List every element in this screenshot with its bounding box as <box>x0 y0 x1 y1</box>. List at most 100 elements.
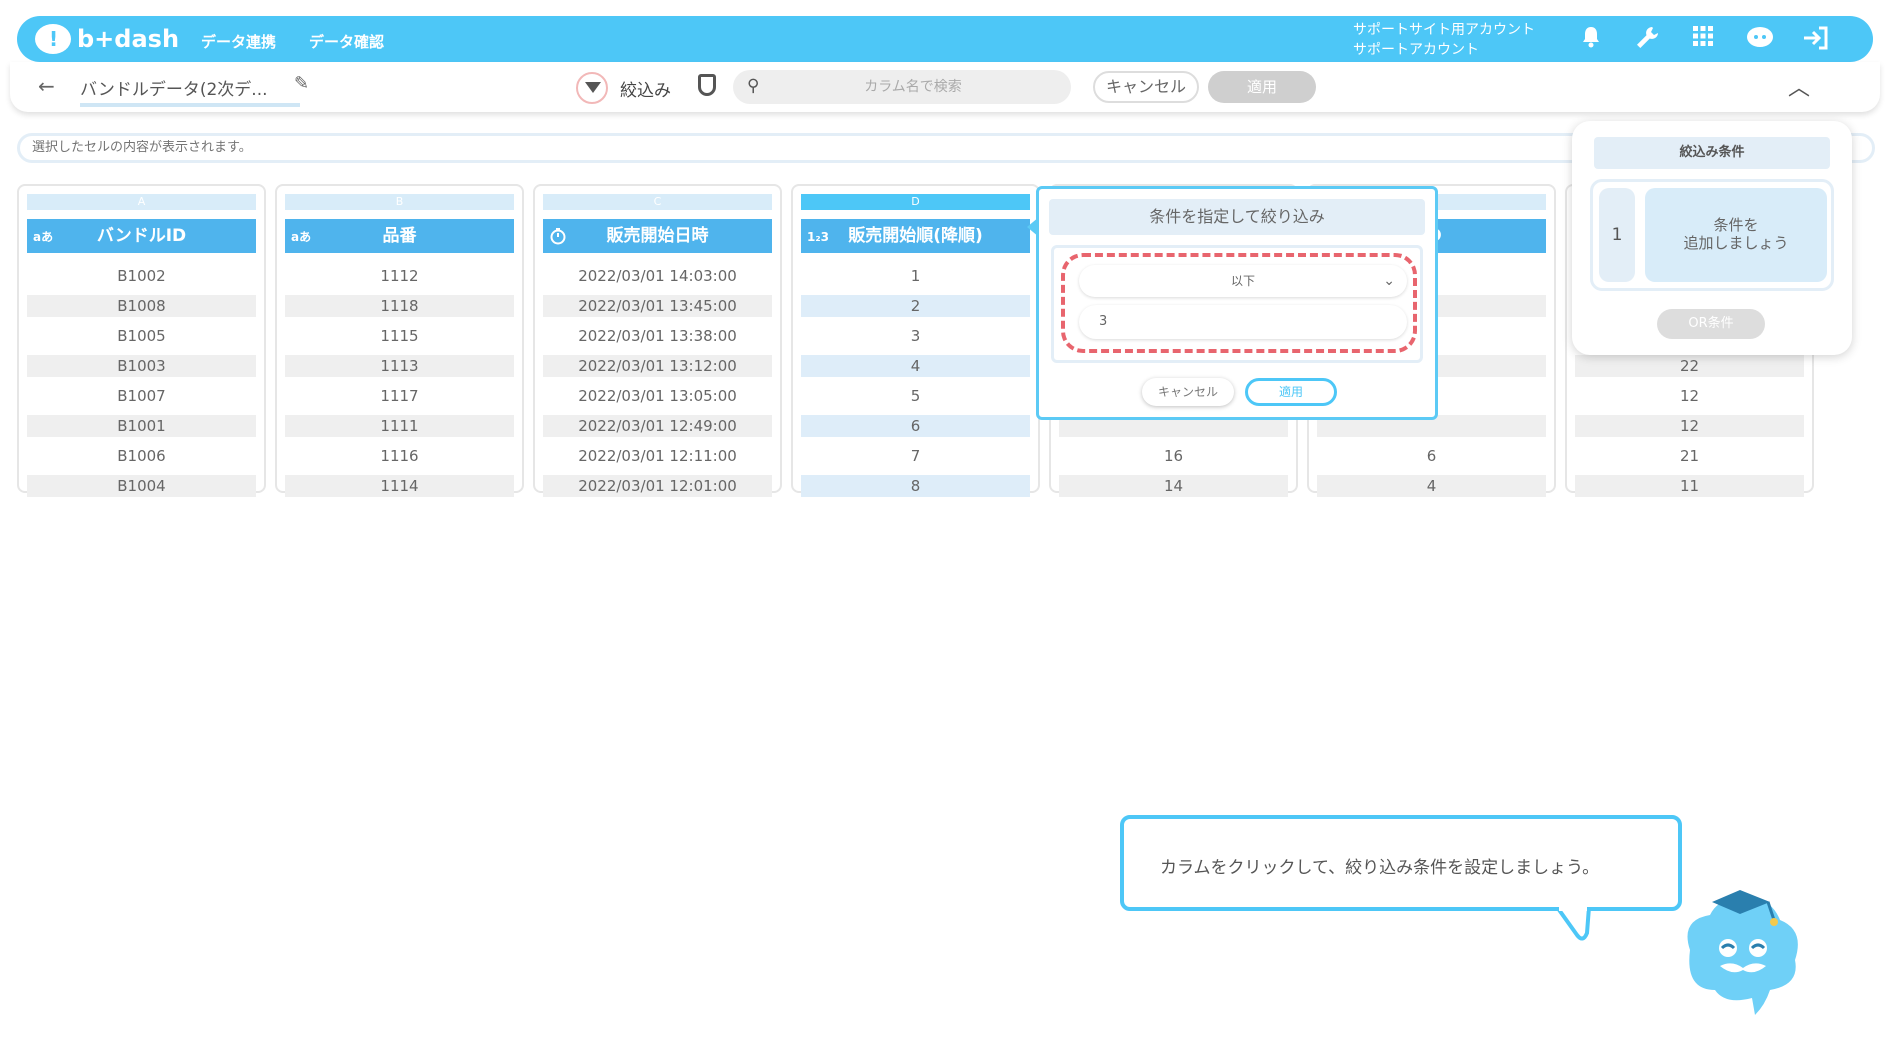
table-cell[interactable]: 11 <box>1575 475 1804 497</box>
table-cell[interactable]: B1008 <box>27 295 256 317</box>
filter-condition-popup: 条件を指定して絞り込み 以下 ⌄ 3 キャンセル 適用 <box>1027 186 1438 420</box>
table-cell[interactable]: 5 <box>801 385 1030 407</box>
filter-icon[interactable] <box>576 72 608 104</box>
column-letter[interactable]: D <box>801 194 1030 210</box>
table-cell[interactable]: 1116 <box>285 445 514 467</box>
table-cell[interactable]: 3 <box>801 325 1030 347</box>
group-number: 1 <box>1599 188 1635 282</box>
table-cell[interactable]: B1006 <box>27 445 256 467</box>
column-d[interactable]: D 1₂3 販売開始順(降順) 1 2 3 4 5 6 7 8 <box>791 184 1040 497</box>
table-cell[interactable]: 7 <box>801 445 1030 467</box>
cancel-button[interactable]: キャンセル <box>1093 71 1199 103</box>
or-condition-button[interactable]: OR条件 <box>1657 309 1765 339</box>
table-cell[interactable]: 6 <box>801 415 1030 437</box>
column-b[interactable]: Baあ 品番 1112 1118 1115 1113 1117 1111 1116 1114 <box>275 184 524 497</box>
type-badge: 1₂3 <box>807 230 829 244</box>
column-header[interactable]: 1₂3 販売開始順(降順) <box>801 219 1030 253</box>
logo-mark <box>35 24 71 54</box>
popup-cancel-button[interactable]: キャンセル <box>1142 378 1234 406</box>
account-info[interactable]: サポートサイト用アカウント サポートアカウント <box>1353 20 1535 60</box>
chevron-up-icon[interactable]: ︿ <box>1788 70 1810 102</box>
filter-label: 絞込み <box>620 81 671 101</box>
table-cell[interactable]: 6 <box>1317 445 1546 467</box>
back-arrow-icon[interactable]: ← <box>38 74 55 98</box>
logout-icon[interactable] <box>1801 25 1829 53</box>
table-cell[interactable]: 2022/03/01 13:45:00 <box>543 295 772 317</box>
clock-icon <box>549 220 567 258</box>
table-cell[interactable]: 1118 <box>285 295 514 317</box>
operator-select[interactable]: 以下 ⌄ <box>1079 265 1407 297</box>
column-header[interactable]: 販売開始日時 <box>543 219 772 253</box>
dataset-name[interactable]: バンドルデータ(2次デ... <box>80 75 300 107</box>
table-cell[interactable]: 1113 <box>285 355 514 377</box>
logo[interactable]: b+dash <box>35 22 179 56</box>
table-cell[interactable]: 2022/03/01 12:49:00 <box>543 415 772 437</box>
column-name: 販売開始順(降順) <box>848 226 983 246</box>
table-cell[interactable]: 1117 <box>285 385 514 407</box>
table-cell[interactable]: 1112 <box>285 265 514 287</box>
mascot-brain-icon <box>1687 890 1798 1015</box>
table-cell[interactable]: 21 <box>1575 445 1804 467</box>
type-badge: aあ <box>33 230 54 244</box>
add-condition-line2: 追加しましょう <box>1683 234 1789 252</box>
wrench-icon[interactable] <box>1633 25 1661 53</box>
table-cell[interactable]: 1111 <box>285 415 514 437</box>
table-cell[interactable]: 2022/03/01 12:01:00 <box>543 475 772 497</box>
toolbar: ← バンドルデータ(2次デ... ✎ 絞込み ⚲ キャンセル 適用 ︿ <box>10 62 1880 112</box>
search-input[interactable] <box>773 76 1053 98</box>
table-cell[interactable]: B1005 <box>27 325 256 347</box>
column-header[interactable]: aあ 品番 <box>285 219 514 253</box>
type-badge: aあ <box>291 230 312 244</box>
table-cell[interactable]: 2022/03/01 12:11:00 <box>543 445 772 467</box>
conditions-title: 絞込み条件 <box>1594 137 1830 169</box>
table-cell[interactable]: 4 <box>1317 475 1546 497</box>
pencil-icon[interactable]: ✎ <box>294 73 309 94</box>
table-cell[interactable]: B1001 <box>27 415 256 437</box>
chat-icon[interactable] <box>1745 25 1773 53</box>
table-cell[interactable]: 12 <box>1575 385 1804 407</box>
add-condition-button[interactable]: 条件を 追加しましょう <box>1645 188 1827 282</box>
apply-button[interactable]: 適用 <box>1208 71 1316 103</box>
cell-preview-input[interactable] <box>32 140 1232 155</box>
column-letter[interactable]: B <box>285 194 514 210</box>
table-cell[interactable]: 4 <box>801 355 1030 377</box>
popup-arrow <box>1027 217 1039 237</box>
table-cell[interactable]: 8 <box>801 475 1030 497</box>
tutorial-bubble: カラムをクリックして、絞り込み条件を設定しましょう。 <box>1120 815 1682 911</box>
table-cell[interactable]: 1 <box>801 265 1030 287</box>
condition-value-input[interactable]: 3 <box>1079 305 1407 339</box>
nav-data-check[interactable]: データ確認 <box>309 31 384 52</box>
table-cell[interactable]: B1002 <box>27 265 256 287</box>
add-condition-line1: 条件を <box>1713 216 1759 234</box>
beginner-mark-icon[interactable] <box>698 74 716 96</box>
column-header[interactable]: aあ バンドルID <box>27 219 256 253</box>
bell-icon[interactable] <box>1577 25 1605 53</box>
table-cell[interactable]: 22 <box>1575 355 1804 377</box>
operator-value: 以下 <box>1230 274 1255 288</box>
table-cell[interactable]: 1115 <box>285 325 514 347</box>
popup-apply-button[interactable]: 適用 <box>1245 378 1337 406</box>
popup-title: 条件を指定して絞り込み <box>1049 199 1425 235</box>
grid-icon[interactable] <box>1689 25 1717 53</box>
account-site: サポートサイト用アカウント <box>1353 22 1535 38</box>
table-cell[interactable]: B1004 <box>27 475 256 497</box>
chevron-down-icon: ⌄ <box>1383 273 1395 289</box>
table-cell[interactable]: 2022/03/01 13:12:00 <box>543 355 772 377</box>
nav-data-integration[interactable]: データ連携 <box>201 31 276 52</box>
column-c[interactable]: C 販売開始日時 2022/03/01 14:03:00 2022/03/01 13:… <box>533 184 782 497</box>
column-name: バンドルID <box>96 226 187 246</box>
column-search[interactable]: ⚲ <box>733 70 1071 104</box>
table-cell[interactable]: 2 <box>801 295 1030 317</box>
table-cell[interactable]: 16 <box>1059 445 1288 467</box>
table-cell[interactable]: B1007 <box>27 385 256 407</box>
table-cell[interactable]: 2022/03/01 14:03:00 <box>543 265 772 287</box>
table-cell[interactable]: 2022/03/01 13:05:00 <box>543 385 772 407</box>
column-letter[interactable]: A <box>27 194 256 210</box>
column-a[interactable]: Aaあ バンドルID B1002 B1008 B1005 B1003 B1007 B1001 B… <box>17 184 266 497</box>
table-cell[interactable]: B1003 <box>27 355 256 377</box>
table-cell[interactable]: 12 <box>1575 415 1804 437</box>
table-cell[interactable]: 1114 <box>285 475 514 497</box>
table-cell[interactable]: 14 <box>1059 475 1288 497</box>
table-cell[interactable]: 2022/03/01 13:38:00 <box>543 325 772 347</box>
column-letter[interactable]: C <box>543 194 772 210</box>
